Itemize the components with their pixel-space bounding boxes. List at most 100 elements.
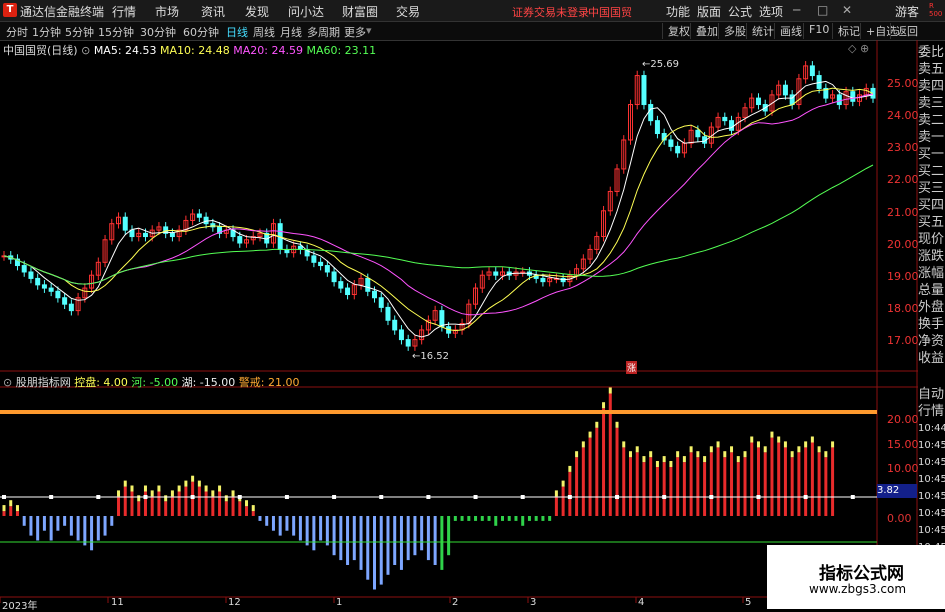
indicator-bar (137, 501, 141, 516)
x-label: 12 (228, 597, 241, 608)
indicator-bar-cap (602, 402, 606, 409)
candle-body (405, 339, 411, 347)
indicator-bar-cap (177, 485, 181, 492)
quote-label[interactable]: 现价 (918, 231, 945, 248)
chart-control-icons[interactable]: ◇ ⊕ (848, 42, 869, 55)
quote-label[interactable]: 卖四 (918, 78, 945, 95)
kline-chart[interactable] (0, 0, 945, 609)
quote-label[interactable]: 涨幅 (918, 265, 945, 282)
quote-label[interactable]: 买一 (918, 146, 945, 163)
candle-body (338, 281, 344, 289)
price-tick: 19.00 (887, 270, 919, 283)
indicator-bar-cap (682, 456, 686, 463)
indicator-bar (642, 462, 646, 516)
candle-body (331, 271, 337, 283)
indicator-bar (359, 516, 363, 570)
ma20-value: MA20: 24.59 (233, 44, 303, 57)
indicator-bar-cap (763, 446, 767, 453)
indicator-bar (763, 452, 767, 516)
low-price-label: ←16.52 (412, 351, 450, 362)
indicator-bar (42, 516, 46, 531)
indicator-bar (36, 516, 40, 541)
price-tick: 17.00 (887, 334, 919, 347)
indicator-bar (130, 491, 134, 516)
indicator-bar (500, 516, 504, 521)
indicator-bar-cap (245, 500, 249, 507)
quote-label[interactable]: 涨跌 (918, 248, 945, 265)
quote-label[interactable]: 买三 (918, 180, 945, 197)
indicator-bar-cap (716, 441, 720, 448)
quote-panel: 委比 卖五 卖四 卖三 卖二 卖一 买一 买二 买三 买四 买五 现价 涨跌 涨… (918, 44, 945, 384)
quote-label[interactable]: 卖二 (918, 112, 945, 129)
quote-label[interactable]: 换手 (918, 316, 945, 333)
indicator-bar (689, 452, 693, 516)
quote-label[interactable]: 收益 (918, 350, 945, 367)
indicator-bar-cap (730, 446, 734, 453)
indicator-bar (245, 506, 249, 516)
candle-body (55, 290, 61, 299)
indicator-bar (83, 516, 87, 546)
tick-time: 10:45 (918, 440, 945, 451)
indicator-bars-group (2, 387, 855, 590)
quote-label[interactable]: 总量 (918, 282, 945, 299)
ma10-value: MA10: 24.48 (160, 44, 230, 57)
indicator-bar (487, 516, 491, 521)
ind-tick: 15.00 (887, 438, 919, 451)
quote-label[interactable]: 委比 (918, 44, 945, 61)
candle-body (48, 287, 54, 292)
indicator-bar-cap (689, 446, 693, 453)
x-label: 11 (111, 597, 124, 608)
indicator-bar (325, 516, 329, 546)
quote-label[interactable]: 卖一 (918, 129, 945, 146)
candle-body (850, 91, 856, 102)
quote-label[interactable]: 买二 (918, 163, 945, 180)
watermark-url: www.zbgs3.com (809, 582, 907, 596)
candle-body (28, 271, 34, 279)
quote-label[interactable]: 买四 (918, 197, 945, 214)
indicator-bar (15, 511, 19, 516)
indicator-bar-cap (817, 446, 821, 453)
candle-body (675, 145, 681, 154)
candle-body (311, 255, 317, 263)
indicator-bar (278, 516, 282, 536)
quote-label[interactable]: 买五 (918, 214, 945, 231)
quote-label[interactable]: 净资 (918, 333, 945, 350)
indicator-bar (703, 462, 707, 516)
indicator-bar (804, 447, 808, 516)
indicator-bar-cap (797, 446, 801, 453)
ma60-value: MA60: 23.11 (306, 44, 377, 57)
indicator-bar-cap (595, 421, 599, 428)
settings-icon[interactable]: ⊙ (3, 376, 12, 389)
indicator-bar (305, 516, 309, 546)
candle-body (755, 97, 761, 106)
indicator-bar (770, 437, 774, 516)
indicator-bar (575, 457, 579, 516)
indicator-bar-cap (137, 495, 141, 502)
indicator-bar (426, 516, 430, 561)
indicator-bar-cap (157, 485, 161, 492)
stock-title[interactable]: 中国国贸(日线) (3, 44, 78, 57)
candle-body (62, 297, 68, 305)
indicator-bar-cap (251, 505, 255, 512)
candle-body (372, 290, 378, 299)
quote-label[interactable]: 外盘 (918, 299, 945, 316)
market-label[interactable]: 行情 (918, 403, 945, 420)
indicator-bar (218, 491, 222, 516)
candle-body (392, 319, 398, 331)
auto-label[interactable]: 自动 (918, 386, 945, 403)
indicator-bar (379, 516, 383, 585)
quote-label[interactable]: 卖五 (918, 61, 945, 78)
indicator-bar-cap (770, 431, 774, 438)
ma-lines-group (3, 80, 874, 338)
indicator-bar-cap (211, 490, 215, 497)
indicator-bar (96, 516, 100, 541)
indicator-bar (548, 516, 552, 521)
indicator-bar (204, 491, 208, 516)
quote-label[interactable]: 卖三 (918, 95, 945, 112)
candle-body (122, 216, 128, 231)
candle-body (68, 303, 74, 312)
indicator-name[interactable]: 股朋指标网 (16, 376, 71, 389)
candle-body (169, 232, 175, 238)
indicator-bar-cap (143, 485, 147, 492)
settings-icon[interactable]: ⊙ (81, 44, 90, 57)
